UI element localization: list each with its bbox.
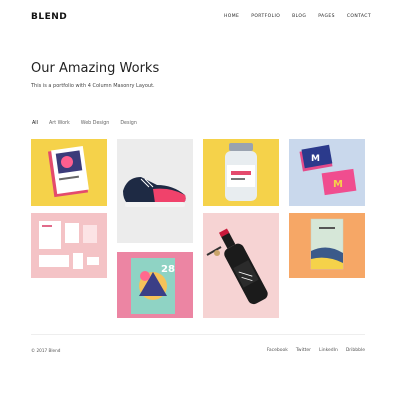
site-header: BLEND HOME PORTFOLIO BLOG PAGES CONTACT bbox=[31, 11, 371, 23]
portfolio-item-wine-bottle[interactable] bbox=[203, 213, 279, 318]
nav-item-pages[interactable]: PAGES bbox=[318, 14, 335, 20]
nav-item-blog[interactable]: BLOG bbox=[292, 14, 306, 20]
portfolio-item-poster[interactable]: 28 bbox=[117, 252, 193, 318]
business-cards-image: M M bbox=[289, 139, 365, 206]
portfolio-item-jar[interactable] bbox=[203, 139, 279, 206]
social-link-dribbble[interactable]: Dribbble bbox=[346, 348, 365, 354]
svg-text:M: M bbox=[311, 154, 320, 164]
portfolio-item-business-cards[interactable]: M M bbox=[289, 139, 365, 206]
sneaker-image bbox=[117, 139, 193, 243]
filter-web-design[interactable]: Web Design bbox=[81, 121, 110, 127]
social-link-twitter[interactable]: Twitter bbox=[296, 348, 311, 354]
footer-divider bbox=[31, 334, 365, 335]
nav-item-contact[interactable]: CONTACT bbox=[347, 14, 371, 20]
filter-design[interactable]: Design bbox=[120, 121, 137, 127]
svg-text:M: M bbox=[333, 179, 343, 190]
portfolio-item-stationery[interactable] bbox=[31, 213, 107, 278]
site-logo[interactable]: BLEND bbox=[31, 11, 67, 23]
jar-image bbox=[203, 139, 279, 206]
poster-image: 28 bbox=[117, 252, 193, 318]
social-link-linkedin[interactable]: LinkedIn bbox=[319, 348, 338, 354]
page-title: Our Amazing Works bbox=[31, 61, 160, 76]
portfolio-item-sneaker[interactable] bbox=[117, 139, 193, 243]
nav-item-portfolio[interactable]: PORTFOLIO bbox=[251, 14, 280, 20]
portfolio-item-notebook[interactable] bbox=[289, 213, 365, 278]
footer-copyright: © 2017 Blend bbox=[31, 348, 61, 353]
main-nav: HOME PORTFOLIO BLOG PAGES CONTACT bbox=[212, 14, 371, 20]
stationery-image bbox=[31, 213, 107, 278]
filter-all[interactable]: All bbox=[32, 121, 38, 127]
magazine-image bbox=[31, 139, 107, 206]
page-subtitle: This is a portfolio with 4 Column Masonr… bbox=[31, 83, 155, 89]
svg-text:28: 28 bbox=[161, 264, 175, 275]
portfolio-item-magazine[interactable] bbox=[31, 139, 107, 206]
footer-social-links: Facebook Twitter LinkedIn Dribbble bbox=[259, 348, 365, 354]
social-link-facebook[interactable]: Facebook bbox=[267, 348, 288, 354]
wine-bottle-image bbox=[203, 213, 279, 318]
nav-item-home[interactable]: HOME bbox=[224, 14, 239, 20]
portfolio-filters: All Art Work Web Design Design bbox=[32, 121, 148, 127]
filter-art-work[interactable]: Art Work bbox=[49, 121, 70, 127]
notebook-image bbox=[289, 213, 365, 278]
